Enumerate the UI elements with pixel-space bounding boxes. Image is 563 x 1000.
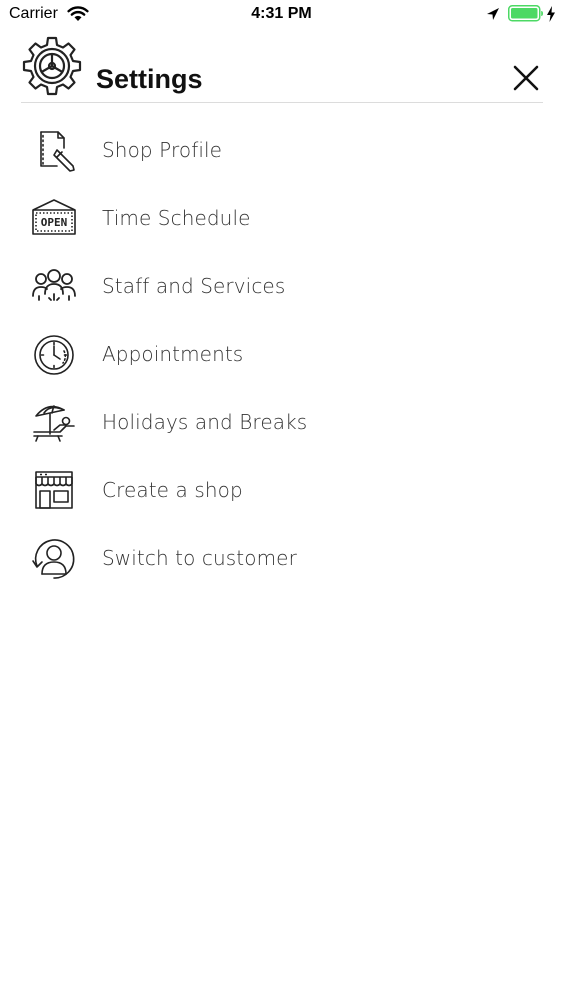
battery-full-icon [508,5,544,22]
status-bar: Carrier 4:31 PM [0,0,563,30]
menu-item-time-schedule[interactable]: OPEN Time Schedule [0,184,563,252]
status-time: 4:31 PM [251,5,312,22]
menu-item-label: Appointments [102,342,244,366]
user-switch-icon [30,536,78,582]
menu-item-label: Holidays and Breaks [102,410,308,434]
open-sign-icon: OPEN [30,196,78,242]
charging-bolt-icon [546,6,556,22]
gear-icon [21,35,83,97]
menu-item-switch-to-customer[interactable]: Switch to customer [0,524,563,592]
storefront-icon [30,468,78,514]
menu-item-label: Staff and Services [102,274,286,298]
close-icon[interactable] [506,58,546,98]
location-arrow-icon [486,6,500,22]
menu-item-create-a-shop[interactable]: Create a shop [0,456,563,524]
menu-item-label: Create a shop [102,478,243,502]
menu-item-shop-profile[interactable]: Shop Profile [0,116,563,184]
document-edit-icon [30,128,78,174]
settings-menu: Shop Profile OPEN Time Schedule Staff an… [0,116,563,592]
staff-group-icon [30,264,78,310]
menu-item-holidays-and-breaks[interactable]: Holidays and Breaks [0,388,563,456]
open-sign-text: OPEN [41,216,68,229]
page-title: Settings [96,64,203,94]
header-divider [21,102,543,103]
menu-item-label: Shop Profile [102,138,223,162]
menu-item-staff-and-services[interactable]: Staff and Services [0,252,563,320]
menu-item-label: Switch to customer [102,546,297,570]
menu-item-label: Time Schedule [102,206,251,230]
settings-header: Settings [0,30,563,104]
clock-icon [30,332,78,378]
menu-item-appointments[interactable]: Appointments [0,320,563,388]
beach-umbrella-icon [30,400,78,446]
